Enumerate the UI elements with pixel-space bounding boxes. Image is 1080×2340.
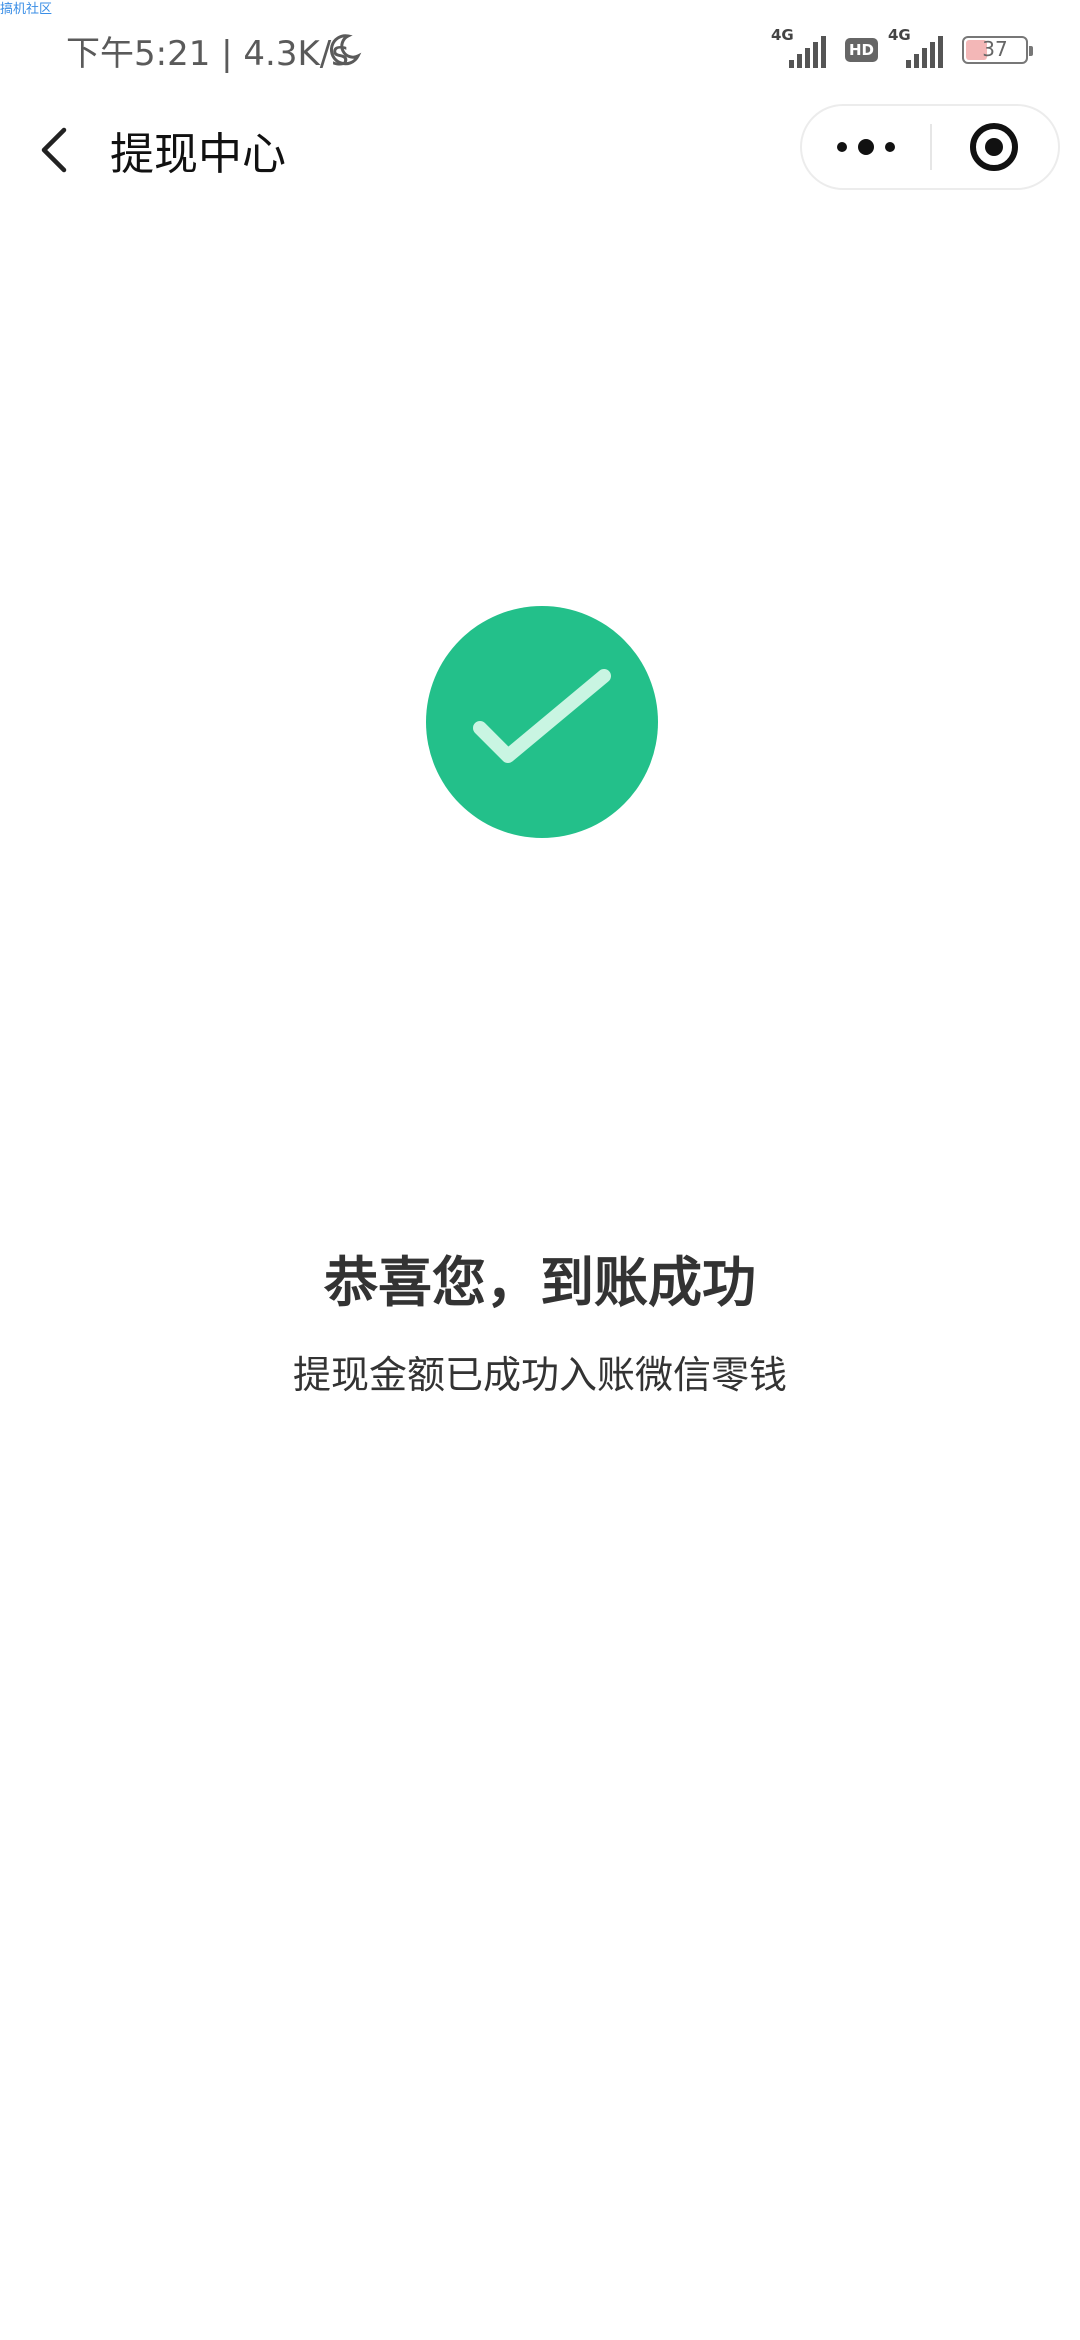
moon-icon [329,34,362,66]
battery-percent: 37 [982,37,1008,61]
more-dots-icon [837,139,895,155]
network-type-label: 4G [888,26,911,44]
close-target-icon [970,123,1018,171]
signal-group-2: 4G [888,26,948,70]
network-type-label: 4G [770,26,794,44]
success-title: 恭喜您，到账成功 [324,1251,756,1314]
status-time-speed: 下午5:21 | 4.3K/s [66,34,349,74]
hd-badge: HD [844,38,878,62]
back-arrow-icon [41,127,67,173]
back-button[interactable] [30,116,90,184]
page-title: 提现中心 [110,129,286,180]
success-subtitle: 提现金额已成功入账微信零钱 [292,1353,787,1397]
title-bar: 提现中心 [0,100,1080,200]
checkmark-circle-icon [426,606,658,838]
signal-group-1: 4G [771,26,831,70]
status-icons: 4G HD 4G 37 [771,26,1033,72]
status-bar: 下午5:21 | 4.3K/s 4G HD 4G 37 [0,0,1080,100]
more-button[interactable] [802,106,930,188]
mini-program-capsule [800,104,1060,190]
battery-icon: 37 [962,36,1033,64]
battery-tip [1029,46,1033,56]
close-button[interactable] [932,106,1060,188]
